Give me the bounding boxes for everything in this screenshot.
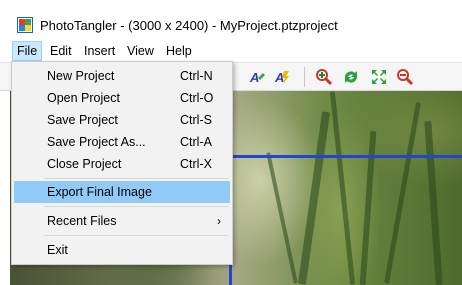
file-menu-dropdown: New Project Ctrl-N Open Project Ctrl-O S… <box>11 61 233 265</box>
menu-item-shortcut: Ctrl-O <box>180 91 214 105</box>
menu-insert[interactable]: Insert <box>79 41 120 61</box>
menu-item-shortcut: Ctrl-S <box>180 113 212 127</box>
refresh-icon[interactable] <box>342 68 360 86</box>
zoom-in-icon[interactable] <box>315 68 333 86</box>
menu-item-recent-files[interactable]: Recent Files › <box>14 210 230 232</box>
menu-item-save-project[interactable]: Save Project Ctrl-S <box>14 109 230 131</box>
window-title: PhotoTangler - (3000 x 2400) - MyProject… <box>40 18 338 33</box>
chevron-right-icon: › <box>217 214 221 228</box>
menu-view[interactable]: View <box>122 41 159 61</box>
menu-item-shortcut: Ctrl-A <box>180 135 212 149</box>
text-effect-icon[interactable]: A <box>273 68 291 86</box>
menu-item-label: Exit <box>47 243 68 257</box>
title-bar: PhotoTangler - (3000 x 2400) - MyProject… <box>0 0 462 40</box>
menu-item-close-project[interactable]: Close Project Ctrl-X <box>14 153 230 175</box>
menu-separator <box>44 206 228 207</box>
menu-bar: File Edit Insert View Help <box>0 40 462 62</box>
menu-edit[interactable]: Edit <box>45 41 77 61</box>
zoom-out-icon[interactable] <box>396 68 414 86</box>
menu-item-label: Save Project <box>47 113 118 127</box>
selection-outline-top[interactable] <box>229 155 462 158</box>
menu-item-new-project[interactable]: New Project Ctrl-N <box>14 65 230 87</box>
menu-item-shortcut: Ctrl-N <box>180 69 213 83</box>
app-logo-icon <box>17 17 33 33</box>
menu-item-exit[interactable]: Exit <box>14 239 230 261</box>
menu-item-label: Open Project <box>47 91 120 105</box>
menu-separator <box>44 235 228 236</box>
menu-item-label: Export Final Image <box>47 185 152 199</box>
menu-help[interactable]: Help <box>161 41 197 61</box>
menu-item-open-project[interactable]: Open Project Ctrl-O <box>14 87 230 109</box>
menu-item-label: Close Project <box>47 157 122 171</box>
menu-item-label: New Project <box>47 69 115 83</box>
menu-file[interactable]: File <box>12 41 43 61</box>
menu-item-save-project-as[interactable]: Save Project As... Ctrl-A <box>14 131 230 153</box>
text-fill-icon[interactable]: A <box>248 68 266 86</box>
menu-item-label: Save Project As... <box>47 135 146 149</box>
menu-separator <box>44 178 228 179</box>
menu-item-export-final-image[interactable]: Export Final Image <box>14 181 230 203</box>
menu-item-shortcut: Ctrl-X <box>180 157 212 171</box>
svg-text:A: A <box>249 70 259 85</box>
resize-icon[interactable] <box>370 68 388 86</box>
menu-item-label: Recent Files <box>47 214 117 228</box>
